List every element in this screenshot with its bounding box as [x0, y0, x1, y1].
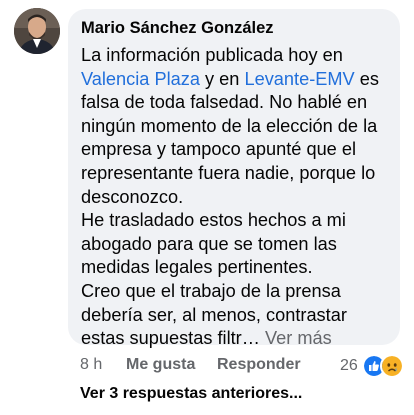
link-levante-emv[interactable]: Levante-EMV	[244, 69, 354, 89]
avatar[interactable]	[14, 8, 60, 54]
comment-line: representante fuera nadie, porque lo	[81, 162, 376, 183]
text-es: es	[359, 68, 379, 89]
text-intro: La información publicada hoy en	[81, 45, 343, 65]
comment-line: He trasladado estos hechos a mi	[81, 210, 346, 231]
like-button[interactable]: Me gusta	[126, 356, 195, 374]
sad-icon	[379, 354, 404, 378]
see-more-link[interactable]: Ver más	[265, 328, 332, 348]
comment-line: debería ser, al menos, contrastar	[81, 304, 347, 325]
comment-author[interactable]: Mario Sánchez González	[81, 18, 388, 38]
avatar-photo	[14, 8, 60, 54]
comment-line: estas supuestas filtr… Ver más	[81, 327, 388, 351]
reaction-count: 26	[340, 357, 358, 374]
comment-line: La información publicada hoy en	[81, 44, 388, 68]
link-valencia-plaza[interactable]: Valencia Plaza	[81, 69, 200, 89]
truncated-text: estas supuestas filtr…	[81, 328, 260, 349]
reply-button[interactable]: Responder	[217, 356, 301, 374]
view-previous-replies[interactable]: Ver 3 respuestas anteriores...	[80, 385, 302, 403]
comment-bubble: Mario Sánchez González La información pu…	[68, 9, 400, 348]
comment-line: abogado para que se tomen las	[81, 233, 337, 254]
comment-line: ningún momento de la elección de la	[81, 115, 378, 136]
comment-line: empresa y tampoco apunté que el	[81, 139, 357, 160]
text-and: y en	[205, 68, 240, 89]
comment-text: La información publicada hoy en Valencia…	[81, 44, 388, 351]
comment-line: medidas legales pertinentes.	[81, 257, 313, 278]
comment-line: Valencia Plaza y en Levante-EMV es	[81, 68, 388, 92]
timestamp[interactable]: 8 h	[80, 356, 102, 374]
comment-line: desconozco.	[81, 186, 184, 207]
comment-line: Creo que el trabajo de la prensa	[81, 280, 341, 301]
reactions-summary[interactable]: 26	[340, 354, 404, 378]
comment-line: falsa de toda falsedad. No hablé en	[81, 92, 368, 113]
